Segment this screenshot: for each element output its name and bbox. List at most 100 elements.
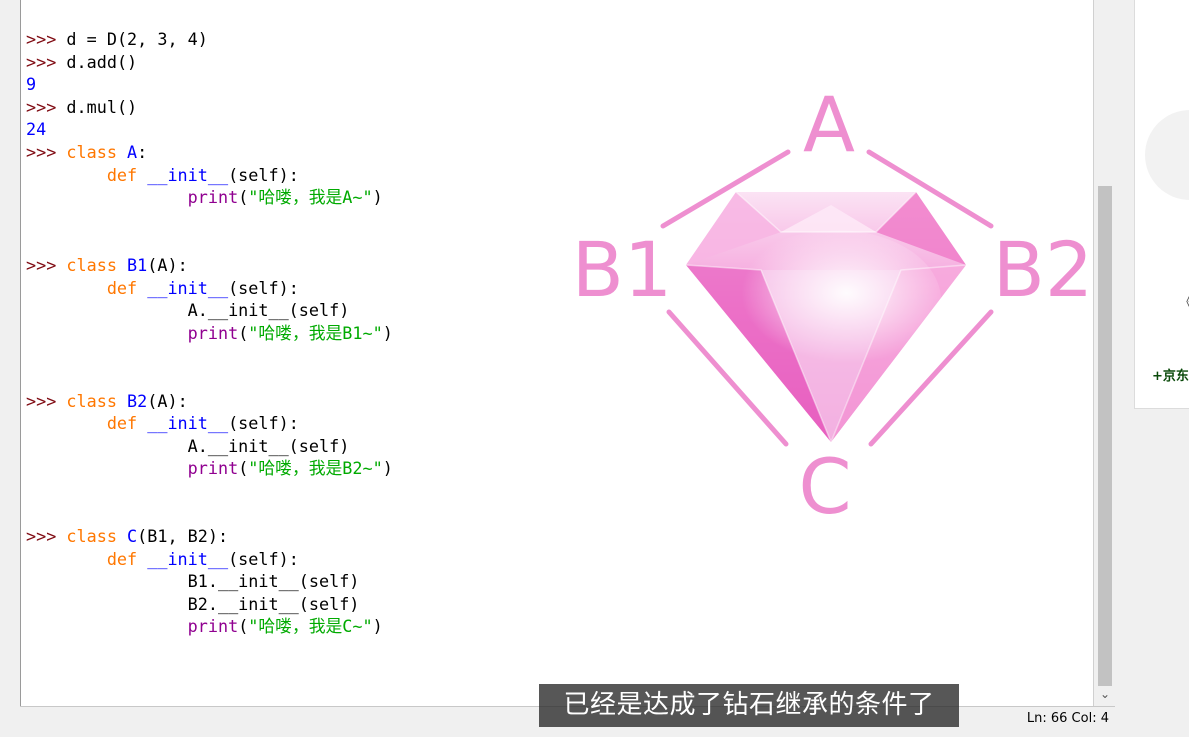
code-line[interactable]: 24	[26, 118, 393, 141]
code-line[interactable]: print("哈喽，我是B1~")	[26, 322, 393, 345]
code-line[interactable]: def __init__(self):	[26, 277, 393, 300]
code-token: B2.__init__(self)	[26, 593, 360, 614]
code-line[interactable]	[26, 367, 393, 390]
code-line[interactable]: def __init__(self):	[26, 548, 393, 571]
code-token: __init__	[147, 413, 229, 434]
code-token: print	[187, 322, 239, 343]
code-token: def	[106, 413, 148, 434]
code-line[interactable]: print("哈喽，我是C~")	[26, 615, 393, 638]
code-token: (self):	[228, 277, 299, 298]
code-line[interactable]: def __init__(self):	[26, 412, 393, 435]
code-token: (	[238, 322, 249, 343]
code-line[interactable]: A.__init__(self)	[26, 299, 393, 322]
shell-prompt: >>>	[26, 390, 67, 411]
code-token: )	[372, 616, 383, 637]
code-token: class	[66, 254, 128, 275]
code-line[interactable]: >>> d = D(2, 3, 4)	[26, 28, 393, 51]
code-line[interactable]: A.__init__(self)	[26, 435, 393, 458]
code-line[interactable]: 9	[26, 73, 393, 96]
code-token: def	[106, 277, 148, 298]
vertical-scrollbar[interactable]: ⌄	[1093, 0, 1116, 706]
video-subtitle: 已经是达成了钻石继承的条件了	[539, 684, 959, 727]
code-token: def	[106, 548, 148, 569]
code-token: (A):	[147, 254, 188, 275]
code-token: "哈喽，我是C~"	[248, 616, 373, 637]
code-token: __init__	[147, 164, 229, 185]
code-line[interactable]	[26, 344, 393, 367]
code-line[interactable]	[26, 683, 393, 706]
cursor-position: Ln: 66 Col: 4	[1026, 711, 1109, 726]
code-token: (self):	[228, 548, 299, 569]
code-line[interactable]: def __init__(self):	[26, 164, 393, 187]
code-token: def	[106, 164, 148, 185]
shell-prompt: >>>	[26, 526, 67, 547]
shell-prompt: >>>	[26, 96, 67, 117]
shell-editor[interactable]: >>> d = D(2, 3, 4) >>> d.add() 9 >>> d.mul(…	[20, 0, 1094, 727]
node-label-a: A	[803, 80, 855, 169]
code-token: (A):	[147, 390, 188, 411]
code-token: "哈喽，我是B2~"	[248, 458, 383, 479]
code-line[interactable]	[26, 502, 393, 525]
code-line[interactable]	[26, 661, 393, 684]
code-line[interactable]: >>> class C(B1, B2):	[26, 525, 393, 548]
code-token: (self):	[228, 164, 299, 185]
node-label-b2: B2	[993, 225, 1094, 314]
code-token: d.mul()	[66, 96, 138, 117]
code-line[interactable]	[26, 209, 393, 232]
code-token: class	[66, 526, 128, 547]
code-token: (self):	[228, 413, 299, 434]
node-label-b1: B1	[572, 225, 673, 314]
panel-label[interactable]: +京东	[1152, 365, 1189, 384]
code-token: C	[127, 526, 138, 547]
code-line[interactable]: print("哈喽，我是A~")	[26, 186, 393, 209]
code-token: A	[127, 141, 138, 162]
code-token: A.__init__(self)	[26, 435, 350, 456]
code-token: (	[238, 616, 249, 637]
code-line[interactable]: B1.__init__(self)	[26, 570, 393, 593]
panel-image	[1145, 110, 1189, 200]
code-token: )	[372, 187, 383, 208]
code-token: __init__	[147, 548, 229, 569]
scroll-down-arrow-icon[interactable]: ⌄	[1098, 686, 1112, 702]
shell-prompt: >>>	[26, 29, 67, 49]
code-line[interactable]	[26, 231, 393, 254]
code-token: "哈喽，我是A~"	[248, 187, 373, 208]
code-token: 24	[26, 119, 47, 140]
code-token: class	[66, 141, 128, 162]
code-token: )	[382, 322, 393, 343]
code-line[interactable]	[26, 638, 393, 661]
shell-prompt: >>>	[26, 141, 67, 162]
code-line[interactable]	[26, 480, 393, 503]
code-token: d.add()	[66, 51, 138, 72]
shell-prompt: >>>	[26, 51, 67, 72]
code-token: B1	[127, 254, 148, 275]
code-line[interactable]: print("哈喽，我是B2~")	[26, 457, 393, 480]
code-token: B2	[127, 390, 148, 411]
scrollbar-thumb[interactable]	[1098, 186, 1112, 686]
code-token: (	[238, 187, 249, 208]
code-token: (	[238, 458, 249, 479]
panel-glyph: 《	[1179, 292, 1189, 312]
gem-icon	[685, 191, 967, 444]
node-label-c: C	[798, 442, 851, 525]
code-line[interactable]: >>> class B1(A):	[26, 254, 393, 277]
code-line[interactable]: >>> class A:	[26, 141, 393, 164]
code-line[interactable]: >>> d.add()	[26, 51, 393, 74]
code-token: class	[66, 390, 128, 411]
code-token: (B1, B2):	[137, 526, 229, 547]
code-token: :	[137, 141, 148, 162]
code-line[interactable]: B2.__init__(self)	[26, 593, 393, 616]
code-token: "哈喽，我是B1~"	[248, 322, 383, 343]
code-token: print	[187, 616, 239, 637]
code-line[interactable]: >>> d.mul()	[26, 96, 393, 119]
shell-code[interactable]: >>> d = D(2, 3, 4) >>> d.add() 9 >>> d.mul(…	[26, 28, 393, 728]
code-token: A.__init__(self)	[26, 300, 350, 321]
code-line[interactable]: >>> class B2(A):	[26, 390, 393, 413]
